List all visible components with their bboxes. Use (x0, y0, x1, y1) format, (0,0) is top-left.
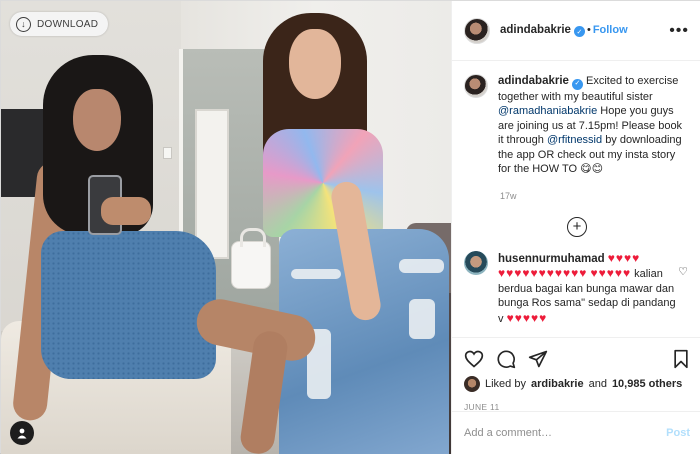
more-options-icon[interactable]: ••• (669, 22, 689, 40)
action-icons (464, 344, 690, 374)
load-more-comments[interactable]: + (464, 216, 690, 237)
likes-prefix: Liked by (485, 378, 526, 390)
caption-mention-rfitnessid[interactable]: @rfitnessid (547, 134, 602, 146)
caption-text: adindabakrie ✓ Excited to exercise togeth… (498, 74, 690, 177)
photo-person1-face (73, 89, 121, 151)
liker-username[interactable]: ardibakrie (531, 378, 584, 390)
user-icon (17, 428, 27, 439)
header-separator-dot: • (586, 23, 591, 36)
like-heart-icon[interactable] (464, 349, 484, 369)
comment-hearts-2: ♥♥♥♥♥♥♥♥♥♥♥ (498, 266, 588, 281)
share-send-icon[interactable] (528, 349, 548, 369)
liker-avatar[interactable] (464, 376, 480, 392)
instagram-post-modal: ↓ DOWNLOAD adindabakrie ✓ • Follow ••• adin… (0, 0, 700, 454)
add-comment-bar: Post (452, 411, 700, 454)
bookmark-icon[interactable] (672, 349, 690, 369)
post-header: adindabakrie ✓ • Follow ••• (452, 1, 700, 61)
post-photo[interactable]: ↓ DOWNLOAD (1, 1, 451, 454)
photo-person1-hand (101, 197, 151, 225)
caption-author-avatar[interactable] (464, 74, 488, 98)
tagged-users-button[interactable] (10, 421, 34, 445)
caption-timestamp[interactable]: 17w (500, 191, 690, 201)
comment-hearts-1: ♥♥♥♥ (607, 250, 641, 265)
photo-person2-face (289, 29, 341, 99)
verified-badge-icon: ✓ (573, 26, 585, 38)
caption-verified-badge-icon: ✓ (571, 78, 583, 90)
post-sidebar: adindabakrie ✓ • Follow ••• adindabakrie ✓ E… (451, 1, 700, 454)
photo-handbag (231, 228, 271, 289)
plus-circle-icon: + (567, 216, 587, 237)
comment-hearts-4: ♥♥♥♥♥ (506, 310, 548, 325)
post-comment-button[interactable]: Post (666, 427, 690, 439)
caption-username[interactable]: adindabakrie (498, 75, 569, 87)
caption-mention-ramadhaniabakrie[interactable]: @ramadhaniabakrie (498, 105, 597, 117)
comment-like-heart-icon[interactable]: ♡ (678, 265, 688, 278)
likes-count[interactable]: 10,985 others (612, 378, 682, 390)
author-avatar[interactable] (464, 17, 490, 44)
photo-blue-dress (41, 231, 216, 379)
download-icon: ↓ (16, 16, 31, 32)
author-username[interactable]: adindabakrie (500, 24, 571, 36)
download-button[interactable]: ↓ DOWNLOAD (10, 12, 109, 36)
commenter-avatar[interactable] (464, 250, 488, 275)
follow-button[interactable]: Follow (593, 24, 628, 36)
comment-text: husennurmuhamad ♥♥♥♥ ♥♥♥♥♥♥♥♥♥♥♥ ♥♥♥♥♥ k… (498, 251, 678, 327)
comment-item: husennurmuhamad ♥♥♥♥ ♥♥♥♥♥♥♥♥♥♥♥ ♥♥♥♥♥ k… (464, 250, 690, 327)
likes-conj: and (588, 378, 607, 390)
comment-hearts-3: ♥♥♥♥♥ (590, 266, 632, 281)
post-actions: Liked by ardibakrie and 10,985 others JU… (452, 337, 700, 412)
caption: adindabakrie ✓ Excited to exercise togeth… (464, 74, 690, 177)
commenter-username[interactable]: husennurmuhamad (498, 253, 605, 265)
photo-light-switch (163, 147, 172, 159)
likes-summary: Liked by ardibakrie and 10,985 others (464, 376, 690, 392)
download-label: DOWNLOAD (37, 18, 99, 30)
comment-bubble-icon[interactable] (496, 349, 516, 369)
caption-emoji: 😋😊 (580, 163, 604, 176)
add-comment-input[interactable] (464, 427, 654, 439)
comments-area[interactable]: adindabakrie ✓ Excited to exercise togeth… (452, 62, 700, 337)
